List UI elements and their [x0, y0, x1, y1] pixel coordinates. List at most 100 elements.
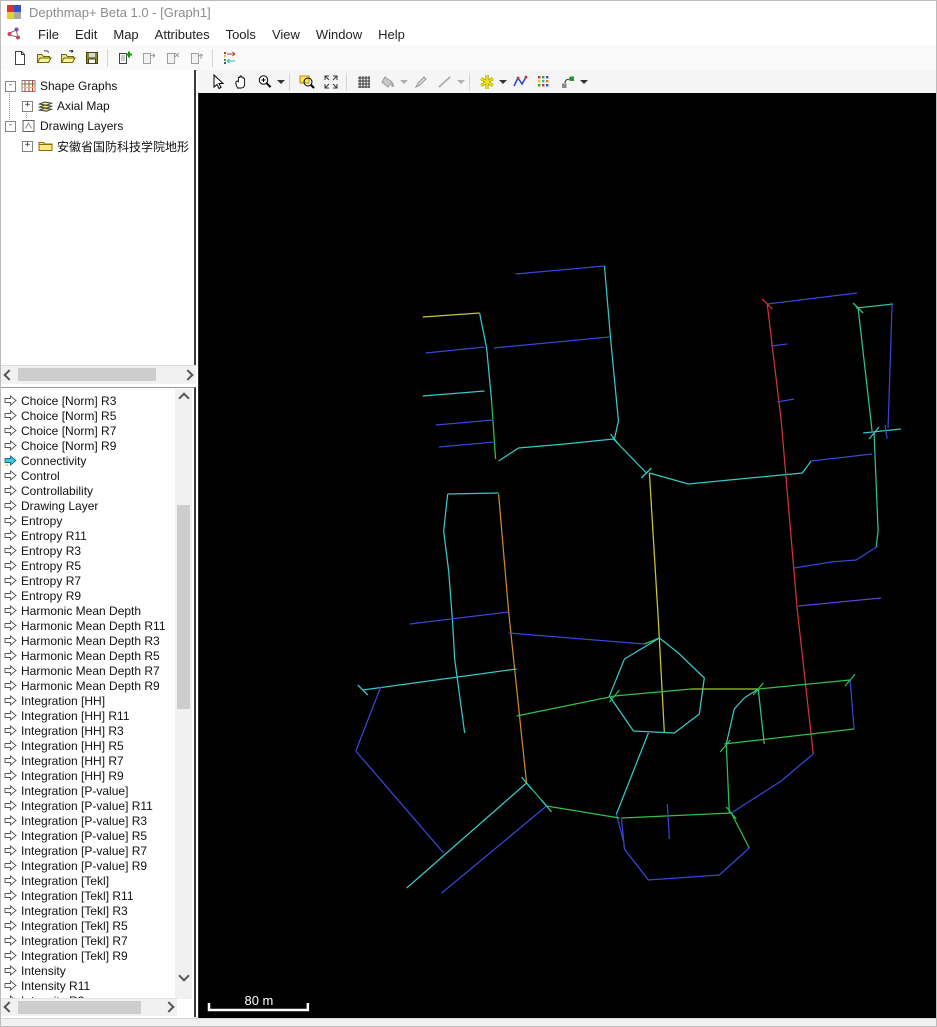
axial-line[interactable]: [771, 343, 788, 347]
line-dropdown-caret[interactable]: [457, 79, 465, 84]
axial-line[interactable]: [767, 292, 858, 305]
axial-dropdown-caret[interactable]: [499, 79, 507, 84]
tree-item--[interactable]: + 安徽省国防科技学院地形: [1, 136, 194, 156]
axial-line[interactable]: [811, 453, 873, 462]
scroll-up-button[interactable]: [175, 391, 192, 405]
axial-line[interactable]: [730, 812, 750, 849]
menu-edit[interactable]: Edit: [75, 27, 97, 42]
save-button[interactable]: [81, 48, 103, 68]
step-dropdown-caret[interactable]: [580, 79, 588, 84]
attribute-item-control[interactable]: Control: [1, 468, 177, 483]
menu-window[interactable]: Window: [316, 27, 362, 42]
map-canvas[interactable]: 80 m: [198, 93, 936, 1018]
axial-line[interactable]: [490, 400, 497, 460]
axial-line[interactable]: [603, 265, 620, 440]
axial-line[interactable]: [362, 668, 517, 691]
axial-line[interactable]: [857, 307, 873, 432]
menu-map[interactable]: Map: [113, 27, 138, 42]
axial-line[interactable]: [856, 303, 894, 309]
tree-horizontal-scrollbar[interactable]: [1, 365, 196, 384]
attribute-item-entropy-r9[interactable]: Entropy R9: [1, 588, 177, 603]
axial-line[interactable]: [546, 805, 620, 819]
attribute-item-integration-tekl-r5[interactable]: Integration [Tekl] R5: [1, 918, 177, 933]
attribute-item-integration-p-value-[interactable]: Integration [P-value]: [1, 783, 177, 798]
axial-line[interactable]: [719, 739, 731, 753]
axial-line[interactable]: [794, 545, 879, 569]
draw-line-button[interactable]: [434, 72, 456, 92]
zoom-extents-button[interactable]: [320, 72, 342, 92]
join-lines-button[interactable]: [509, 72, 531, 92]
zoom-dropdown-caret[interactable]: [277, 79, 285, 84]
push-column-button[interactable]: [186, 48, 208, 68]
attribute-item-integration-hh-r9[interactable]: Integration [HH] R9: [1, 768, 177, 783]
attribute-item-entropy-r7[interactable]: Entropy R7: [1, 573, 177, 588]
select-button[interactable]: [206, 72, 228, 92]
scroll-right-button[interactable]: [161, 999, 177, 1015]
axial-line[interactable]: [724, 728, 855, 745]
grid-button[interactable]: [353, 72, 375, 92]
axial-line[interactable]: [425, 346, 485, 354]
attribute-item-entropy-r3[interactable]: Entropy R3: [1, 543, 177, 558]
axial-line[interactable]: [355, 750, 445, 854]
axial-line[interactable]: [608, 637, 705, 734]
axial-line[interactable]: [441, 805, 547, 894]
axial-line[interactable]: [849, 679, 855, 730]
attribute-item-integration-p-value-r11[interactable]: Integration [P-value] R11: [1, 798, 177, 813]
axial-line[interactable]: [422, 312, 480, 318]
tree-item-drawing-layers[interactable]: - Drawing Layers: [1, 116, 194, 136]
scroll-thumb[interactable]: [177, 505, 190, 709]
axial-line[interactable]: [648, 472, 665, 734]
axial-line[interactable]: [873, 432, 879, 549]
axial-line[interactable]: [493, 336, 610, 349]
expand-expander[interactable]: +: [22, 100, 33, 112]
axial-line[interactable]: [443, 493, 466, 734]
axial-line[interactable]: [355, 686, 382, 752]
attribute-item-integration-hh-r5[interactable]: Integration [HH] R5: [1, 738, 177, 753]
attribute-item-choice-norm-r3[interactable]: Choice [Norm] R3: [1, 393, 177, 408]
axial-line[interactable]: [516, 688, 692, 717]
attribute-item-harmonic-mean-depth-r3[interactable]: Harmonic Mean Depth R3: [1, 633, 177, 648]
axial-line[interactable]: [798, 597, 882, 607]
zoom-selection-button[interactable]: [296, 72, 318, 92]
menu-file[interactable]: File: [38, 27, 59, 42]
zoom-in-button[interactable]: [254, 72, 276, 92]
collapse-expander[interactable]: -: [5, 80, 16, 92]
axial-line[interactable]: [725, 688, 759, 745]
axial-line[interactable]: [409, 611, 509, 625]
open-file-button[interactable]: [33, 48, 55, 68]
scroll-left-button[interactable]: [1, 999, 17, 1015]
attribute-item-integration-p-value-r3[interactable]: Integration [P-value] R3: [1, 813, 177, 828]
axial-line[interactable]: [422, 390, 485, 397]
attribute-item-integration-tekl-r11[interactable]: Integration [Tekl] R11: [1, 888, 177, 903]
menu-help[interactable]: Help: [378, 27, 405, 42]
attribute-item-choice-norm-r7[interactable]: Choice [Norm] R7: [1, 423, 177, 438]
axial-line[interactable]: [620, 817, 750, 881]
scroll-thumb[interactable]: [18, 1001, 141, 1014]
axial-line[interactable]: [435, 419, 494, 426]
attribute-item-integration-hh-r3[interactable]: Integration [HH] R3: [1, 723, 177, 738]
scroll-left-button[interactable]: [1, 366, 17, 383]
fill-dropdown-caret[interactable]: [400, 79, 408, 84]
attribute-item-integration-hh-r7[interactable]: Integration [HH] R7: [1, 753, 177, 768]
attribute-item-choice-norm-r5[interactable]: Choice [Norm] R5: [1, 408, 177, 423]
axial-line[interactable]: [884, 424, 888, 440]
axial-line[interactable]: [438, 441, 495, 448]
collapse-expander[interactable]: -: [5, 120, 16, 132]
axial-line[interactable]: [725, 743, 730, 814]
menu-attributes[interactable]: Attributes: [155, 27, 210, 42]
axial-line[interactable]: [757, 688, 765, 745]
axial-line[interactable]: [777, 398, 795, 403]
attribute-item-integration-hh-r11[interactable]: Integration [HH] R11: [1, 708, 177, 723]
attribute-item-integration-p-value-r7[interactable]: Integration [P-value] R7: [1, 843, 177, 858]
attribute-item-integration-p-value-r5[interactable]: Integration [P-value] R5: [1, 828, 177, 843]
tree-item-shape-graphs[interactable]: - Shape Graphs: [1, 76, 194, 96]
menu-tools[interactable]: Tools: [226, 27, 256, 42]
axial-line[interactable]: [515, 265, 605, 275]
attribute-item-integration-tekl-r7[interactable]: Integration [Tekl] R7: [1, 933, 177, 948]
tree-item-axial-map[interactable]: + Axial Map: [1, 96, 194, 116]
axial-line[interactable]: [730, 752, 815, 814]
attribute-item-harmonic-mean-depth-r9[interactable]: Harmonic Mean Depth R9: [1, 678, 177, 693]
axial-line[interactable]: [498, 438, 647, 474]
axial-line[interactable]: [615, 732, 649, 815]
scroll-thumb[interactable]: [18, 368, 156, 381]
